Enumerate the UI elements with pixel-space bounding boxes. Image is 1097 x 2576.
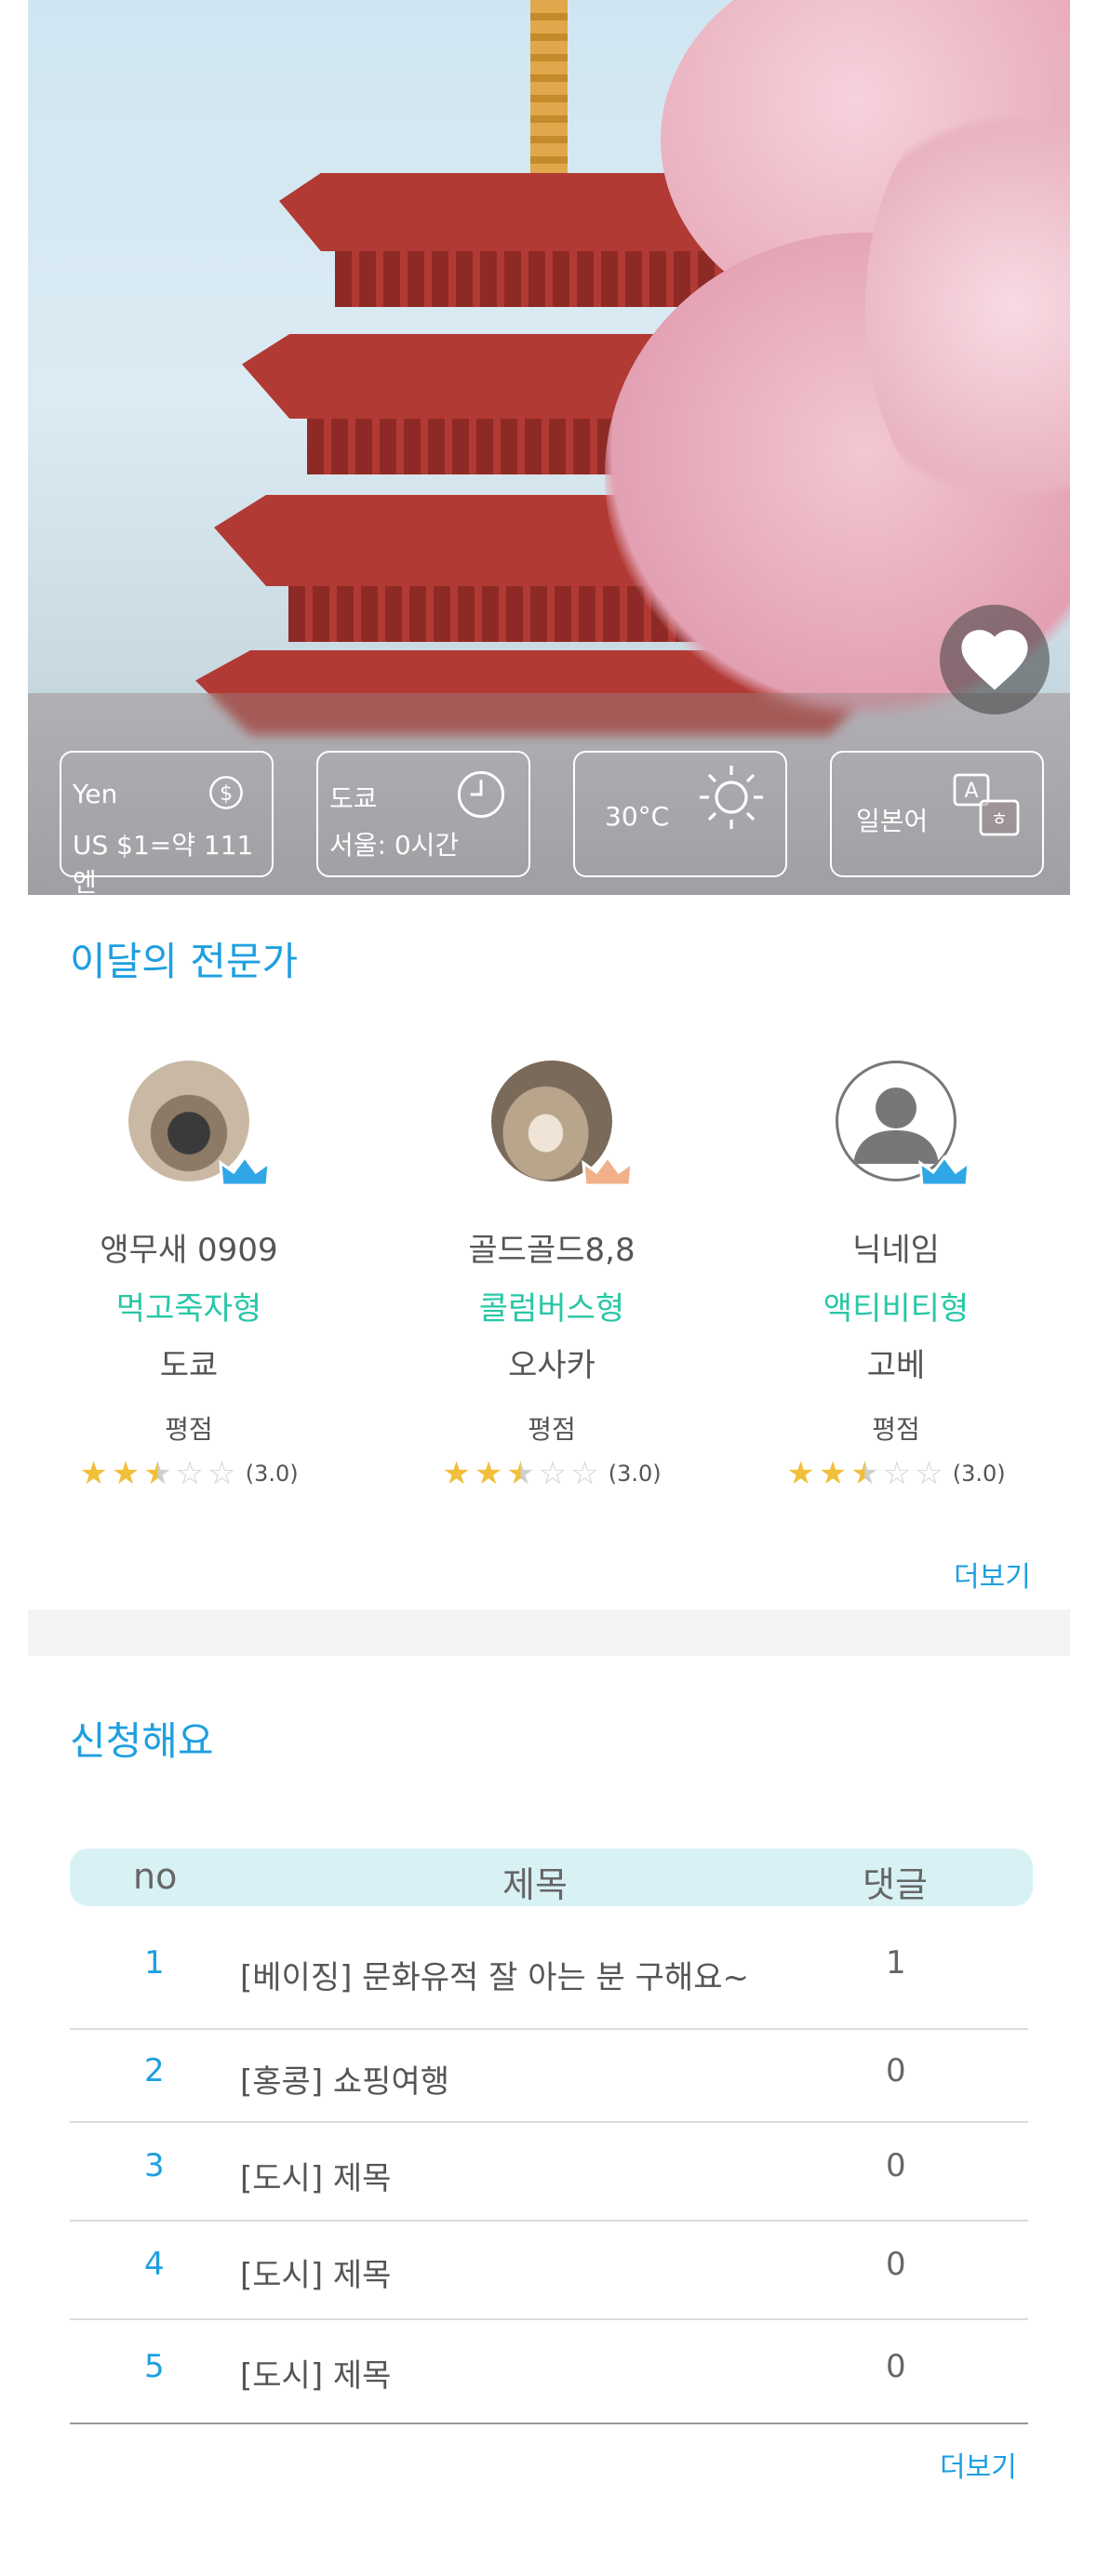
star-empty-icon: ☆ — [538, 1455, 568, 1492]
weather-temp: 30°C — [605, 801, 670, 832]
table-row[interactable]: 2 [홍콩] 쇼핑여행 0 — [70, 2030, 1028, 2123]
language-label: 일본어 — [856, 806, 929, 836]
star-icon: ★ — [111, 1455, 140, 1492]
table-row[interactable]: 4 [도시] 제목 0 — [70, 2222, 1028, 2320]
star-icon: ★ — [786, 1455, 815, 1492]
svg-text:$: $ — [220, 781, 233, 806]
column-no: no — [133, 1856, 178, 1897]
row-comments: 1 — [886, 1944, 906, 1982]
expert-city: 오사카 — [508, 1347, 595, 1384]
star-empty-icon: ☆ — [207, 1455, 236, 1492]
table-header: no 제목 댓글 — [70, 1849, 1033, 1906]
expert-name: 닉네임 — [852, 1232, 940, 1269]
row-title: [도시] 제목 — [240, 2257, 392, 2294]
star-empty-icon: ☆ — [882, 1455, 912, 1492]
expert-card[interactable]: 앵무새 0909 먹고죽자형 도쿄 평점 ★ ★ ★ ☆ ☆ (3.0) — [12, 1061, 366, 1489]
expert-type: 액티비티형 — [823, 1290, 970, 1328]
rating-label: 평점 — [528, 1414, 576, 1445]
expert-type: 먹고죽자형 — [115, 1290, 262, 1328]
expert-type: 콜럼버스형 — [478, 1290, 625, 1328]
crown-icon — [582, 1155, 634, 1187]
requests-more-link[interactable]: 더보기 — [940, 2444, 1017, 2485]
rating-stars: ★ ★ ★ ☆ ☆ (3.0) — [719, 1458, 1073, 1489]
hero-image: Yen US $1=약 111엔 $ 도쿄 서울: 0시간 30°C 일본어 A… — [28, 0, 1070, 895]
svg-text:ㅎ: ㅎ — [991, 808, 1008, 830]
row-comments: 0 — [886, 2246, 906, 2283]
row-no: 1 — [144, 1944, 165, 1982]
rating-value: (3.0) — [952, 1461, 1006, 1487]
requests-title: 신청해요 — [70, 1718, 214, 1764]
star-icon: ★ — [442, 1455, 471, 1492]
weather-box[interactable]: 30°C — [573, 751, 787, 877]
heart-icon — [961, 630, 1028, 690]
time-city: 도쿄 — [329, 783, 378, 814]
time-diff: 서울: 0시간 — [329, 830, 460, 861]
star-empty-icon: ☆ — [175, 1455, 205, 1492]
expert-card[interactable]: 닉네임 액티비티형 고베 평점 ★ ★ ★ ☆ ☆ (3.0) — [719, 1061, 1073, 1489]
clock-icon — [457, 770, 505, 819]
rating-label: 평점 — [165, 1414, 213, 1445]
row-title: [홍콩] 쇼핑여행 — [240, 2063, 450, 2101]
rating-stars: ★ ★ ★ ☆ ☆ (3.0) — [375, 1458, 729, 1489]
pagoda-tier — [335, 251, 735, 307]
expert-city: 도쿄 — [159, 1347, 219, 1384]
sun-icon — [700, 766, 763, 829]
half-star-icon: ★ — [143, 1455, 172, 1492]
section-divider — [28, 1609, 1070, 1656]
star-icon: ★ — [818, 1455, 848, 1492]
crown-icon — [219, 1155, 271, 1187]
dollar-icon: $ — [209, 776, 243, 809]
row-title: [베이징] 문화유적 잘 아는 분 구해요~ — [240, 1959, 749, 1996]
expert-name: 골드골드8,8 — [468, 1232, 635, 1269]
row-no: 4 — [144, 2246, 165, 2283]
star-empty-icon: ☆ — [570, 1455, 599, 1492]
table-row[interactable]: 1 [베이징] 문화유적 잘 아는 분 구해요~ 1 — [70, 1926, 1028, 2030]
column-comments: 댓글 — [863, 1864, 928, 1905]
row-comments: 0 — [886, 2052, 906, 2089]
rating-label: 평점 — [872, 1414, 920, 1445]
rating-stars: ★ ★ ★ ☆ ☆ (3.0) — [12, 1458, 366, 1489]
table-row[interactable]: 3 [도시] 제목 0 — [70, 2123, 1028, 2222]
rating-value: (3.0) — [245, 1461, 299, 1487]
row-title: [도시] 제목 — [240, 2160, 392, 2197]
row-title: [도시] 제목 — [240, 2357, 392, 2395]
row-no: 2 — [144, 2052, 165, 2089]
experts-more-link[interactable]: 더보기 — [954, 1554, 1031, 1595]
currency-label: Yen — [73, 779, 118, 809]
half-star-icon: ★ — [850, 1455, 879, 1492]
row-comments: 0 — [886, 2348, 906, 2385]
expert-name: 앵무새 0909 — [100, 1232, 278, 1269]
experts-title: 이달의 전문가 — [70, 939, 299, 984]
currency-box[interactable]: Yen US $1=약 111엔 $ — [60, 751, 274, 895]
star-icon: ★ — [474, 1455, 503, 1492]
expert-city: 고베 — [866, 1347, 926, 1384]
language-box[interactable]: 일본어 A ㅎ — [830, 751, 1044, 877]
pagoda-spire — [530, 0, 568, 177]
row-no: 5 — [144, 2348, 165, 2385]
column-title: 제목 — [502, 1864, 568, 1905]
crown-icon — [918, 1155, 970, 1187]
rating-value: (3.0) — [608, 1461, 662, 1487]
svg-text:A: A — [964, 780, 978, 803]
time-box[interactable]: 도쿄 서울: 0시간 — [316, 751, 530, 877]
table-row[interactable]: 5 [도시] 제목 0 — [70, 2320, 1028, 2424]
currency-rate: US $1=약 111엔 — [73, 830, 254, 895]
star-empty-icon: ☆ — [915, 1455, 943, 1492]
translate-icon: A ㅎ — [953, 773, 1020, 836]
row-no: 3 — [144, 2147, 165, 2184]
row-comments: 0 — [886, 2147, 906, 2184]
favorite-button[interactable] — [940, 605, 1050, 714]
half-star-icon: ★ — [506, 1455, 535, 1492]
expert-card[interactable]: 골드골드8,8 콜럼버스형 오사카 평점 ★ ★ ★ ☆ ☆ (3.0) — [375, 1061, 729, 1489]
star-icon: ★ — [79, 1455, 108, 1492]
